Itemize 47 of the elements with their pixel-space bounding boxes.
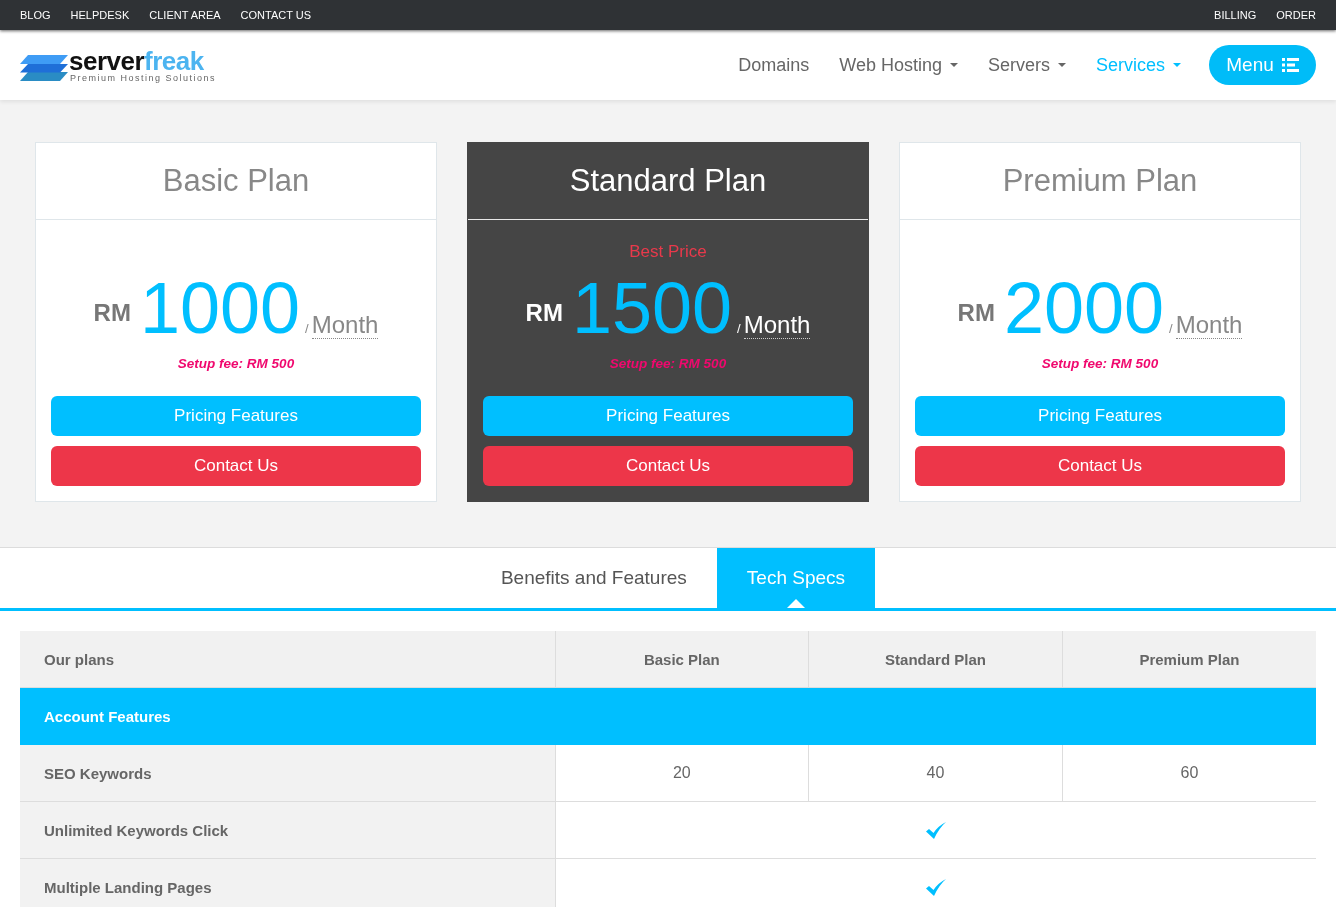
column-header: Basic Plan <box>555 631 809 688</box>
plan-highlight-text: Best Price <box>629 242 707 261</box>
top-link[interactable]: HELPDESK <box>70 8 130 22</box>
contact-button[interactable]: Contact Us <box>915 446 1285 486</box>
column-header: Premium Plan <box>1062 631 1316 688</box>
currency-label: RM <box>957 299 995 326</box>
period-label: Month <box>1175 311 1243 339</box>
period-label: Month <box>311 311 379 339</box>
setup-fee-text: Setup fee: RM 500 <box>608 355 728 373</box>
setup-fee-text: Setup fee: RM 500 <box>176 355 296 373</box>
period-separator: / <box>1169 321 1173 336</box>
table-cell: 60 <box>1062 744 1316 802</box>
plan-title: Basic Plan <box>162 163 310 199</box>
logo-wordmark: serverfreak <box>69 49 204 73</box>
nav-link[interactable]: Domains <box>738 54 810 76</box>
contact-button[interactable]: Contact Us <box>51 446 421 486</box>
row-label: SEO Keywords <box>20 744 555 802</box>
list-icon <box>1281 58 1299 72</box>
contact-button[interactable]: Contact Us <box>483 446 853 486</box>
currency-label: RM <box>525 299 563 326</box>
row-label: Unlimited Keywords Click <box>20 801 555 859</box>
nav-link[interactable]: Servers <box>987 54 1066 76</box>
period-label: Month <box>743 311 811 339</box>
top-link[interactable]: BLOG <box>20 8 51 22</box>
price-amount: 2000 <box>1003 268 1165 348</box>
plan-title: Premium Plan <box>1002 163 1198 199</box>
column-header: Standard Plan <box>808 631 1063 688</box>
top-link[interactable]: CLIENT AREA <box>149 8 221 22</box>
plan-title: Standard Plan <box>569 163 767 199</box>
setup-fee-text: Setup fee: RM 500 <box>1040 355 1160 373</box>
nav-link[interactable]: Web Hosting <box>839 54 958 76</box>
section-header-cell: Account Features <box>20 687 1316 745</box>
top-link[interactable]: CONTACT US <box>240 8 312 22</box>
period-separator: / <box>305 321 309 336</box>
currency-label: RM <box>93 299 131 326</box>
price-amount: 1000 <box>139 268 301 348</box>
stacked-layers-icon <box>20 55 68 81</box>
top-link[interactable]: ORDER <box>1276 8 1316 22</box>
table-cell: 40 <box>808 744 1063 802</box>
top-link[interactable]: BILLING <box>1214 8 1257 22</box>
period-separator: / <box>737 321 741 336</box>
logo-tagline: Premium Hosting Solutions <box>70 73 217 83</box>
row-label: Multiple Landing Pages <box>20 858 555 907</box>
price-amount: 1500 <box>571 268 733 348</box>
table-cell: 20 <box>555 744 809 802</box>
notch-icon <box>786 599 805 608</box>
column-header: Our plans <box>20 631 555 688</box>
